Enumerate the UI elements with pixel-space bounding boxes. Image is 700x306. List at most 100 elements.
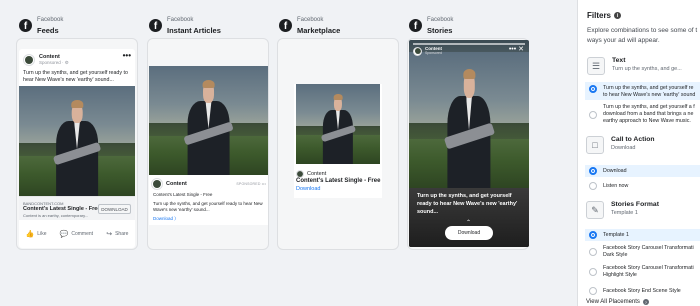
ad-image (409, 52, 529, 188)
format-filter-section: ✎ Stories Format Template 1 (586, 201, 659, 219)
instant-articles-ad-preview[interactable]: Content SPONSORED ••• Content's Latest S… (149, 66, 268, 225)
section-subtitle: Turn up the synths, and ge... (612, 66, 682, 72)
ad-preview-area: f Facebook Feeds f Facebook Instant Arti… (0, 0, 577, 306)
format-option-end-scene[interactable]: Facebook Story End Scene Style (585, 286, 700, 296)
comment-label: Comment (71, 231, 94, 237)
cta-option-download[interactable]: Download (585, 165, 700, 177)
filters-description: Explore combinations to see some of t wa… (587, 26, 700, 46)
placement-brand: Facebook (297, 17, 324, 23)
section-title: Text (612, 57, 626, 64)
format-option-dark-style[interactable]: Facebook Story Carousel Transformati Dar… (585, 244, 700, 260)
radio-unselected-icon[interactable] (589, 182, 597, 190)
story-progress-bar (413, 43, 525, 45)
view-all-placements-link[interactable]: View All Placements ? (586, 299, 649, 305)
option-text: Listen now (603, 182, 629, 189)
link-description: Content is an earthy, contemporary... (23, 213, 89, 218)
page-name: Content (166, 181, 187, 187)
radio-unselected-icon[interactable] (589, 287, 597, 295)
page-avatar (23, 54, 35, 66)
help-icon[interactable]: ? (642, 299, 649, 305)
section-subtitle: Template 1 (611, 210, 638, 216)
view-all-placements-label: View All Placements (586, 299, 640, 305)
share-button[interactable]: ↪ Share (106, 230, 128, 238)
placement-header-instant-articles: f Facebook Instant Articles (149, 16, 221, 35)
format-option-template-1[interactable]: Template 1 (585, 229, 700, 241)
placement-header-marketplace: f Facebook Marketplace (279, 16, 340, 35)
placement-name: Marketplace (297, 26, 341, 35)
option-text: to hear New Wave's new 'earthy' sound (603, 92, 696, 98)
placement-name: Instant Articles (167, 26, 221, 35)
ad-headline: Content's Latest Single - Free (153, 192, 213, 197)
option-text: Turn up the synths, and get yourself re (603, 85, 694, 91)
radio-unselected-icon[interactable] (589, 111, 597, 119)
filters-description-line: Explore combinations to see some of t (587, 27, 698, 34)
option-text: Dark Style (603, 252, 628, 258)
stories-ad-preview[interactable]: Content Sponsored ••• ✕ Turn up the synt… (409, 40, 529, 247)
download-cta-button[interactable]: DOWNLOAD (98, 204, 131, 214)
download-link[interactable]: Download 〉 (153, 216, 179, 222)
marketplace-ad-preview[interactable]: Content Content's Latest Single - Free D… (294, 84, 382, 198)
filters-description-line: ways your ad will appear. (587, 37, 660, 44)
option-text: download from a band that brings a ne (603, 111, 694, 117)
section-subtitle: Download (611, 145, 636, 151)
text-format-icon: ☰ (587, 57, 605, 75)
share-label: Share (115, 231, 129, 237)
option-text: Template 1 (603, 231, 629, 238)
format-option-highlight-style[interactable]: Facebook Story Carousel Transformati Hig… (585, 264, 700, 280)
comment-button[interactable]: 💬 Comment (60, 230, 93, 238)
facebook-logo-icon: f (149, 19, 162, 32)
option-text: Turn up the synths, and get yourself a f (603, 104, 695, 110)
option-text: Facebook Story Carousel Transformati (603, 245, 694, 251)
download-cta-button[interactable]: Download (445, 226, 493, 240)
option-text: Facebook Story End Scene Style (603, 287, 681, 294)
page-avatar (413, 46, 422, 56)
radio-selected-icon[interactable] (589, 231, 597, 239)
option-text: earthy approach to New Wave music. (603, 118, 691, 124)
like-button[interactable]: 👍 Like (26, 230, 47, 238)
cta-option-listen-now[interactable]: Listen now (585, 180, 700, 192)
page-avatar (296, 170, 304, 178)
text-option-1[interactable]: Turn up the synths, and get yourself re … (585, 82, 700, 100)
placement-brand: Facebook (167, 17, 194, 23)
section-title: Call to Action (611, 136, 655, 143)
placement-name: Feeds (37, 26, 59, 35)
story-controls-icon[interactable]: ••• ✕ (509, 46, 524, 53)
radio-unselected-icon[interactable] (589, 248, 597, 256)
feeds-ad-preview[interactable]: Content Sponsored · ⚙ ••• Turn up the sy… (19, 49, 135, 248)
primary-text: Turn up the synths, and get yourself rea… (23, 70, 128, 83)
placement-brand: Facebook (427, 17, 454, 23)
section-title: Stories Format (611, 201, 659, 208)
download-link[interactable]: Download (296, 186, 320, 192)
link-preview[interactable]: BANDCONTENT.COM Content's Latest Single … (19, 196, 135, 220)
placement-name: Stories (427, 26, 453, 35)
facebook-logo-icon: f (409, 19, 422, 32)
placement-brand: Facebook (37, 17, 64, 23)
option-text: Facebook Story Carousel Transformati (603, 265, 694, 271)
sponsored-label: Sponsored · ⚙ (39, 60, 69, 65)
text-filter-section: ☰ Text Turn up the synths, and ge... (587, 57, 682, 75)
placement-header-feeds: f Facebook Feeds (19, 16, 63, 35)
radio-selected-icon[interactable] (589, 167, 597, 175)
option-text: Download (603, 167, 627, 174)
more-options-icon[interactable]: ••• (123, 52, 131, 60)
page-avatar (151, 178, 163, 190)
cta-button-icon: □ (586, 136, 604, 154)
cta-filter-section: □ Call to Action Download (586, 136, 655, 154)
facebook-logo-icon: f (279, 19, 292, 32)
ad-headline: Content's Latest Single - Free (296, 178, 381, 184)
text-option-2[interactable]: Turn up the synths, and get yourself a f… (585, 103, 700, 129)
info-icon[interactable]: i (614, 12, 622, 19)
radio-selected-icon[interactable] (589, 85, 597, 93)
comment-icon: 💬 (59, 231, 69, 238)
filters-title: Filters i (587, 11, 622, 20)
like-icon: 👍 (25, 231, 35, 238)
like-label: Like (37, 231, 47, 237)
ad-image (296, 84, 380, 164)
page-name: Content (307, 171, 327, 177)
radio-unselected-icon[interactable] (589, 268, 597, 276)
placement-header-stories: f Facebook Stories (409, 16, 453, 35)
option-text: Highlight Style (603, 272, 637, 278)
facebook-logo-icon: f (19, 19, 32, 32)
ad-image (149, 66, 268, 175)
primary-text: Turn up the synths, and get yourself rea… (417, 193, 518, 215)
